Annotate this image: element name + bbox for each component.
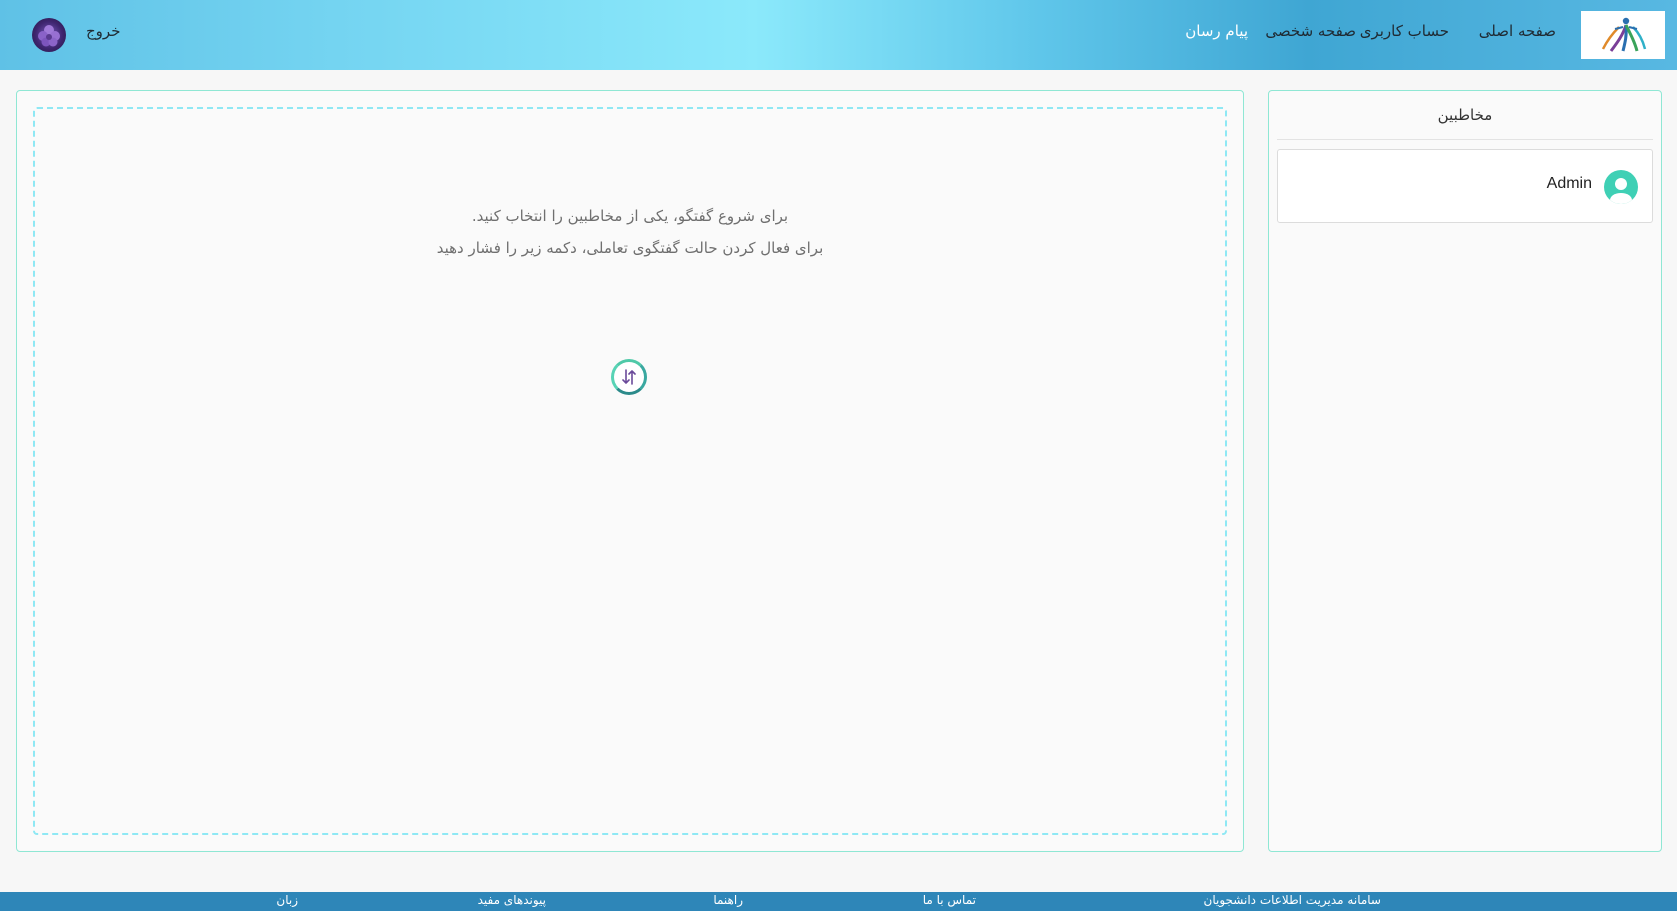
user-avatar[interactable]: [32, 18, 66, 52]
interactive-mode-hint: برای فعال کردن حالت گفتگوی تعاملی، دکمه …: [436, 239, 824, 257]
logo-icon: [1601, 17, 1647, 52]
footer: سامانه مدیریت اطلاعات دانشجویان تماس با …: [0, 892, 1677, 911]
logout-link[interactable]: خروج: [86, 22, 120, 40]
nav-messenger[interactable]: پیام رسان: [1185, 22, 1248, 40]
footer-useful-links[interactable]: پیوندهای مفید: [478, 893, 546, 907]
swap-arrows-icon: [622, 369, 636, 385]
chat-area: برای شروع گفتگو، یکی از مخاطبین را انتخا…: [33, 107, 1227, 835]
nav-account[interactable]: حساب کاربری: [1360, 22, 1449, 40]
select-contact-hint: برای شروع گفتگو، یکی از مخاطبین را انتخا…: [471, 207, 789, 225]
contacts-panel: مخاطبین Admin: [1268, 90, 1662, 852]
top-navbar: صفحه اصلی حساب کاربری صفحه شخصی پیام رسا…: [0, 0, 1677, 70]
flower-avatar-icon: [38, 25, 60, 47]
nav-home[interactable]: صفحه اصلی: [1479, 22, 1556, 40]
nav-profile[interactable]: صفحه شخصی: [1265, 22, 1356, 40]
chat-panel: برای شروع گفتگو، یکی از مخاطبین را انتخا…: [16, 90, 1244, 852]
site-logo[interactable]: [1581, 11, 1665, 59]
footer-guide-link[interactable]: راهنما: [713, 893, 743, 907]
contact-name: Admin: [1546, 175, 1592, 192]
contact-avatar: [1604, 170, 1638, 204]
contact-item[interactable]: Admin: [1277, 149, 1653, 223]
interactive-mode-toggle-button[interactable]: [611, 359, 647, 395]
footer-language-link[interactable]: زبان: [276, 893, 298, 907]
footer-contact-link[interactable]: تماس با ما: [923, 893, 976, 907]
contacts-title: مخاطبین: [1277, 91, 1653, 140]
footer-system-name[interactable]: سامانه مدیریت اطلاعات دانشجویان: [1204, 893, 1381, 907]
user-icon: [1610, 178, 1632, 204]
